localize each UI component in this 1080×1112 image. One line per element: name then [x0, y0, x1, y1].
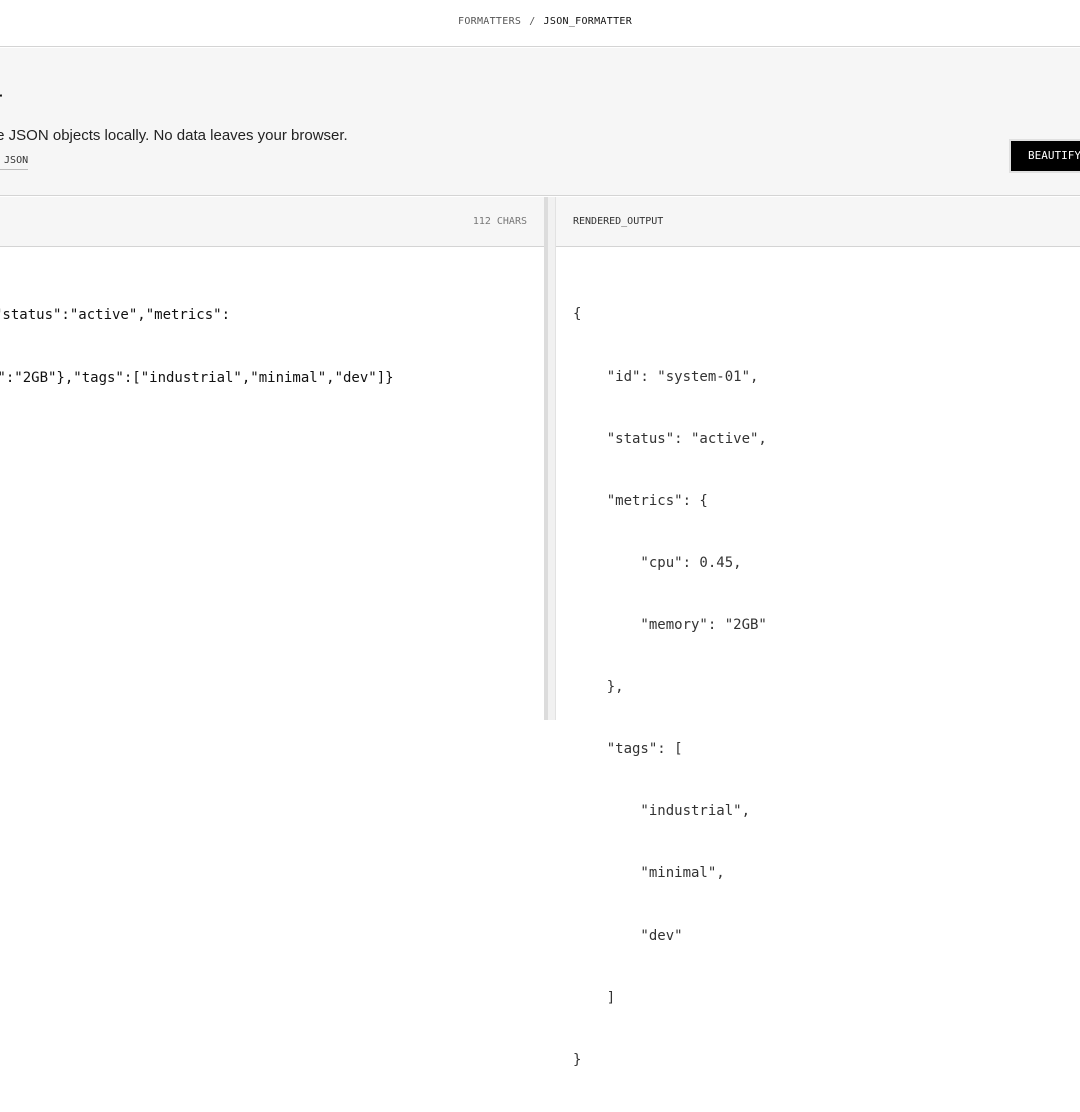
input-pane-header: 112 CHARS: [0, 197, 544, 247]
rendered-json-output: { "id": "system-01", "status": "active",…: [573, 263, 767, 1112]
breadcrumb-separator: /: [529, 16, 536, 27]
breadcrumb: FORMATTERS / JSON_FORMATTER: [458, 16, 632, 27]
output-line: "dev": [573, 927, 683, 944]
output-line: {: [573, 306, 582, 323]
output-pane-header: RENDERED_OUTPUT: [556, 197, 1080, 247]
char-count: 112 CHARS: [472, 216, 527, 227]
raw-json-input[interactable]: "status":"active","metrics": y":"2GB"},"…: [0, 263, 544, 431]
header-sub-link[interactable]: Y JSON: [0, 155, 29, 170]
output-line: "memory": "2GB": [573, 616, 767, 633]
breadcrumb-item-current: JSON_FORMATTER: [543, 16, 633, 27]
output-line: },: [573, 679, 624, 696]
beautify-button[interactable]: BEAUTIFY: [1011, 141, 1080, 171]
input-pane: 112 CHARS "status":"active","metrics": y…: [0, 197, 544, 720]
pane-resize-handle[interactable]: [544, 197, 556, 720]
input-line: y":"2GB"},"tags":["industrial","minimal"…: [0, 370, 394, 386]
output-line: "cpu": 0.45,: [573, 554, 742, 571]
output-line: "minimal",: [573, 865, 725, 882]
output-line: "tags": [: [573, 741, 683, 758]
output-line: "id": "system-01",: [573, 368, 759, 385]
output-line: ]: [573, 989, 616, 1006]
output-label: RENDERED_OUTPUT: [573, 216, 664, 227]
output-line: "status": "active",: [573, 430, 767, 447]
output-line: "metrics": {: [573, 492, 708, 509]
page-title: r: [0, 86, 2, 115]
output-pane: RENDERED_OUTPUT { "id": "system-01", "st…: [556, 197, 1080, 1068]
top-bar: FORMATTERS / JSON_FORMATTER: [0, 0, 1080, 47]
output-line: }: [573, 1051, 582, 1068]
page-description: te JSON objects locally. No data leaves …: [0, 127, 348, 144]
breadcrumb-item-formatters[interactable]: FORMATTERS: [458, 16, 521, 27]
page-header: r te JSON objects locally. No data leave…: [0, 48, 1080, 196]
input-line: "status":"active","metrics":: [0, 307, 231, 323]
output-line: "industrial",: [573, 803, 751, 820]
